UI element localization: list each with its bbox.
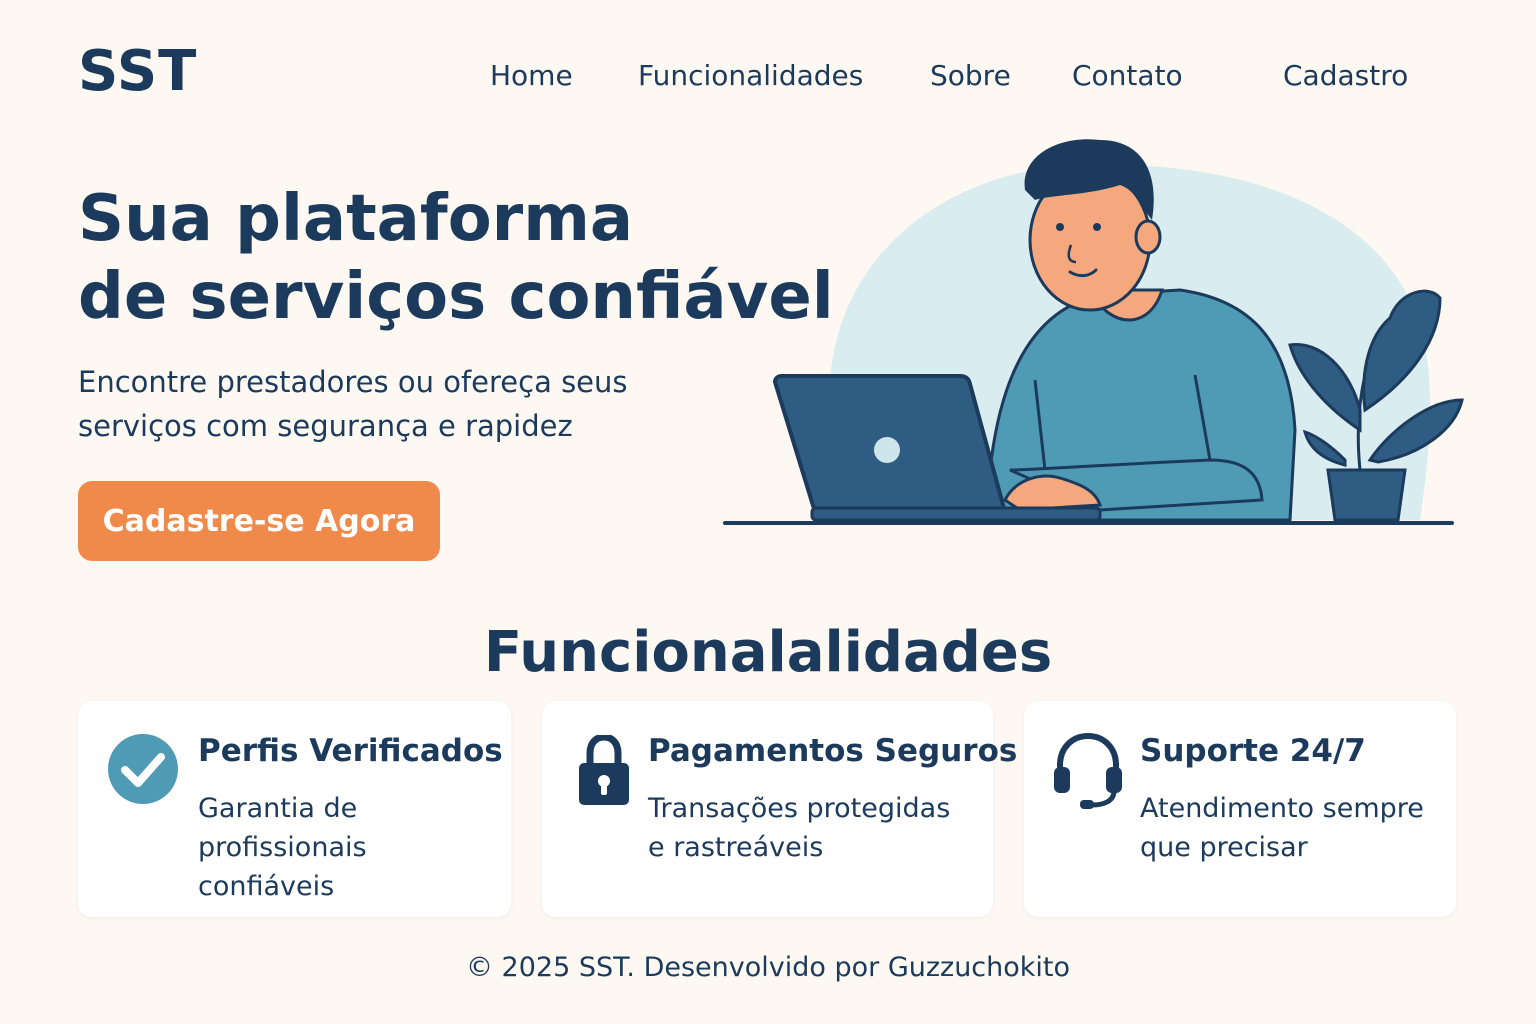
signup-cta-button[interactable]: Cadastre-se Agora	[78, 481, 440, 561]
feature-description-line: Garantia de	[198, 793, 358, 824]
features-title: Funcionalalidades	[483, 620, 1053, 685]
hero-subtitle: Encontre prestadores ou ofereça seus ser…	[78, 360, 718, 448]
feature-description-line: Atendimento sempre	[1140, 793, 1424, 824]
nav-cadastro[interactable]: Cadastro	[1283, 58, 1408, 94]
feature-title: Pagamentos Seguros	[648, 733, 1018, 769]
lock-icon	[579, 735, 629, 805]
hero-subtitle-line: serviços com segurança e rapidez	[78, 409, 573, 443]
headset-icon	[1054, 732, 1122, 809]
feature-description-line: profissionais	[198, 832, 367, 863]
hero-subtitle-line: Encontre prestadores ou ofereça seus	[78, 365, 628, 399]
feature-card-support: Suporte 24/7 Atendimento sempre que prec…	[1024, 701, 1456, 917]
feature-description: Atendimento sempre que precisar	[1140, 789, 1424, 867]
feature-description-line: que precisar	[1140, 832, 1308, 863]
feature-card-payments: Pagamentos Seguros Transações protegidas…	[542, 701, 1017, 917]
feature-card-verified: Perfis Verificados Garantia de profissio…	[78, 701, 511, 917]
nav-contato[interactable]: Contato	[1072, 58, 1183, 94]
hero-illustration	[723, 139, 1464, 525]
nav-sobre[interactable]: Sobre	[930, 58, 1011, 94]
feature-description: Transações protegidas e rastreáveis	[648, 789, 950, 867]
nav-funcionalidades[interactable]: Funcionalidades	[638, 58, 863, 94]
feature-description-line: e rastreáveis	[648, 832, 824, 863]
footer-copyright: © 2025 SST. Desenvolvido por Guzzuchokit…	[465, 952, 1071, 983]
check-circle-icon	[108, 734, 178, 804]
feature-description-line: Transações protegidas	[648, 793, 951, 824]
nav-home[interactable]: Home	[490, 58, 573, 94]
feature-description-line: confiáveis	[198, 871, 335, 902]
feature-description: Garantia de profissionais confiáveis	[198, 789, 367, 906]
feature-title: Suporte 24/7	[1140, 733, 1366, 769]
feature-title: Perfis Verificados	[198, 733, 503, 769]
main-nav: Home Funcionalidades Sobre Contato Cadas…	[0, 58, 1536, 98]
